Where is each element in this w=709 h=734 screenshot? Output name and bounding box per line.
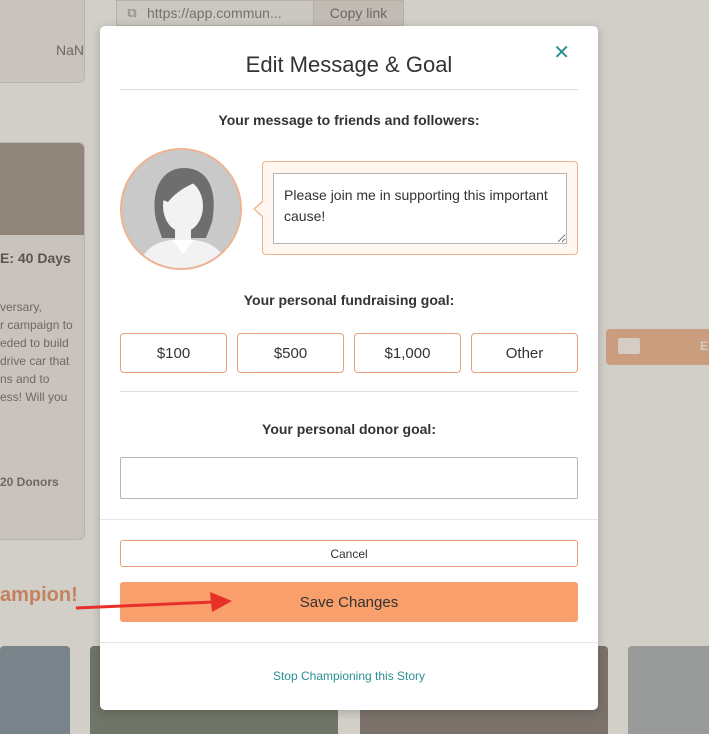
- message-input[interactable]: Please join me in supporting this import…: [273, 173, 567, 244]
- message-label: Your message to friends and followers:: [218, 112, 480, 128]
- donor-goal-label: Your personal donor goal:: [262, 421, 436, 437]
- modal-title: Edit Message & Goal: [245, 52, 453, 77]
- goal-500-button[interactable]: $500: [237, 333, 344, 373]
- message-bubble: Please join me in supporting this import…: [253, 161, 578, 255]
- cancel-button[interactable]: Cancel: [120, 540, 578, 567]
- donor-goal-input[interactable]: [120, 457, 578, 499]
- goal-100-button[interactable]: $100: [120, 333, 227, 373]
- annotation-arrow-icon: [75, 592, 232, 612]
- divider: [120, 89, 578, 90]
- goal-1000-button[interactable]: $1,000: [354, 333, 461, 373]
- goal-other-button[interactable]: Other: [471, 333, 578, 373]
- person-silhouette-icon: [122, 150, 240, 268]
- divider: [100, 642, 598, 643]
- divider: [120, 391, 578, 392]
- divider: [100, 519, 598, 520]
- stop-championing-link[interactable]: Stop Championing this Story: [100, 669, 598, 683]
- avatar: [120, 148, 242, 270]
- fundraising-goal-label: Your personal fundraising goal:: [243, 292, 455, 308]
